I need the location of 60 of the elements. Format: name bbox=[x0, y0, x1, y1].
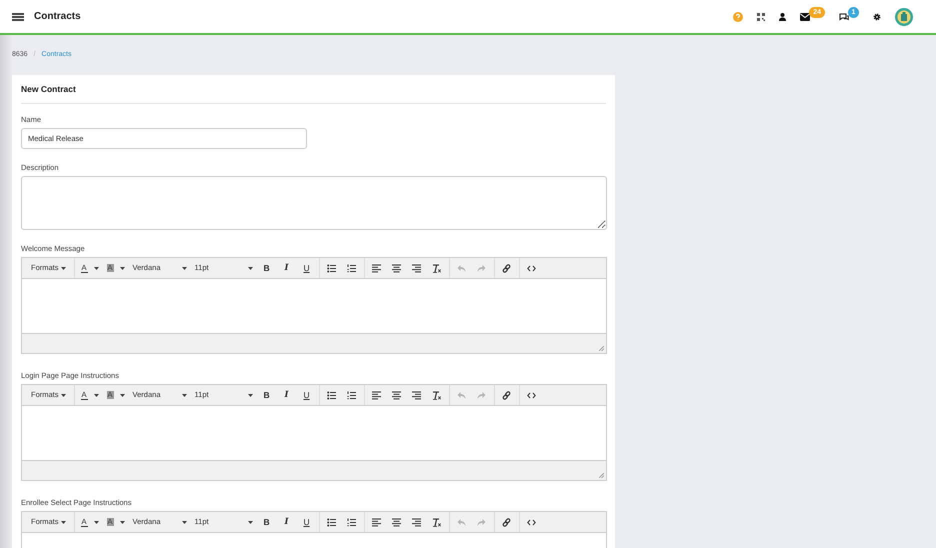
qr-code-icon[interactable] bbox=[757, 12, 766, 20]
caret-icon bbox=[248, 520, 253, 524]
link-icon[interactable] bbox=[502, 390, 512, 400]
align-right-icon[interactable] bbox=[412, 518, 422, 526]
settings-icon[interactable] bbox=[873, 12, 881, 20]
code-icon[interactable] bbox=[527, 264, 536, 272]
caret-icon bbox=[94, 266, 99, 270]
bullet-list-icon[interactable] bbox=[327, 264, 336, 272]
caret-icon bbox=[120, 266, 125, 270]
clear-formatting-icon[interactable] bbox=[432, 518, 442, 526]
caret-icon bbox=[248, 394, 253, 396]
clear-formatting-icon[interactable] bbox=[432, 390, 442, 400]
italic-button[interactable]: I bbox=[276, 512, 297, 532]
bold-button[interactable]: B bbox=[256, 258, 277, 278]
bullet-list-icon[interactable] bbox=[327, 518, 336, 526]
code-icon[interactable] bbox=[527, 518, 536, 526]
align-center-icon[interactable] bbox=[392, 518, 402, 526]
code-icon[interactable] bbox=[527, 390, 536, 400]
underline-button[interactable]: U bbox=[296, 385, 317, 405]
caret-icon bbox=[60, 394, 66, 396]
chat-icon[interactable] bbox=[839, 12, 849, 20]
italic-button[interactable]: I bbox=[276, 258, 297, 278]
caret-icon bbox=[182, 394, 187, 396]
align-left-icon[interactable] bbox=[372, 390, 382, 400]
align-left-icon[interactable] bbox=[372, 518, 382, 526]
link-icon[interactable] bbox=[502, 518, 512, 526]
align-right-icon[interactable] bbox=[412, 390, 422, 400]
caret-icon bbox=[182, 520, 187, 524]
resize-handle-icon[interactable] bbox=[599, 473, 604, 478]
caret-icon bbox=[60, 520, 66, 524]
caret-icon bbox=[120, 394, 125, 396]
caret-icon bbox=[94, 394, 99, 396]
card-title: New Contract bbox=[21, 83, 606, 104]
description-field[interactable] bbox=[21, 176, 607, 230]
italic-button[interactable]: I bbox=[276, 385, 297, 405]
numbered-list-icon[interactable] bbox=[347, 518, 356, 526]
underline-button[interactable]: U bbox=[296, 512, 317, 532]
user-icon[interactable] bbox=[779, 12, 786, 20]
bullet-list-icon[interactable] bbox=[327, 390, 336, 400]
envelope-icon[interactable] bbox=[800, 12, 810, 20]
caret-icon bbox=[248, 266, 253, 270]
align-center-icon[interactable] bbox=[392, 390, 402, 400]
caret-icon bbox=[120, 520, 125, 524]
bold-button[interactable]: B bbox=[256, 512, 277, 532]
caret-icon bbox=[60, 266, 66, 270]
numbered-list-icon[interactable] bbox=[347, 390, 356, 400]
align-center-icon[interactable] bbox=[392, 264, 402, 272]
caret-icon bbox=[94, 520, 99, 524]
resize-handle-icon[interactable] bbox=[599, 346, 604, 351]
numbered-list-icon[interactable] bbox=[347, 264, 356, 272]
avatar[interactable] bbox=[895, 8, 913, 26]
bold-button[interactable]: B bbox=[256, 385, 277, 405]
align-right-icon[interactable] bbox=[412, 264, 422, 272]
align-left-icon[interactable] bbox=[372, 264, 382, 272]
page-title: Contracts bbox=[34, 10, 81, 24]
clear-formatting-icon[interactable] bbox=[432, 264, 442, 272]
menu-icon[interactable] bbox=[12, 12, 24, 20]
link-icon[interactable] bbox=[502, 264, 512, 272]
caret-icon bbox=[182, 266, 187, 270]
underline-button[interactable]: U bbox=[296, 258, 317, 278]
